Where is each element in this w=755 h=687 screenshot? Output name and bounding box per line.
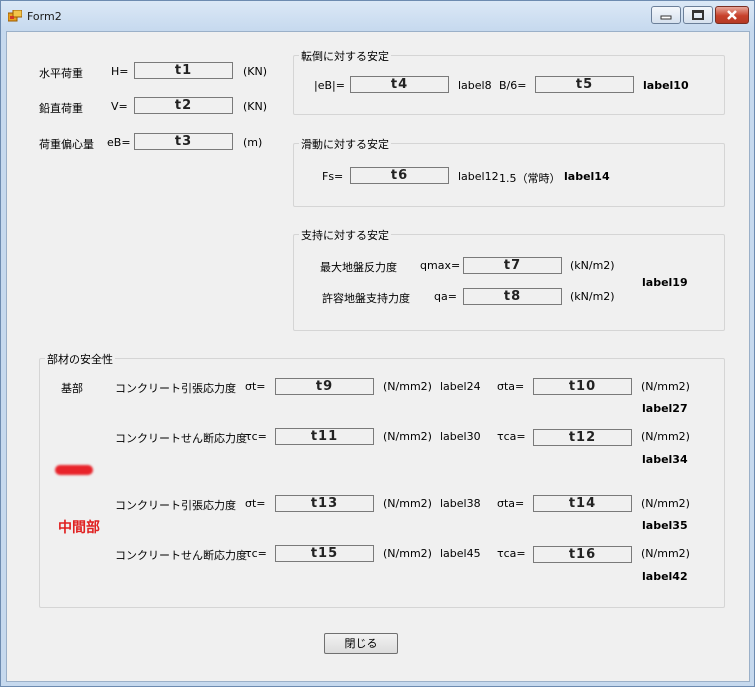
v-unit: (KN) xyxy=(243,100,268,113)
t3-textbox[interactable]: t3 xyxy=(134,133,233,150)
middle-tension-unit: (N/mm2) xyxy=(383,497,432,510)
t1-textbox[interactable]: t1 xyxy=(134,62,233,79)
label34: label34 xyxy=(642,453,688,466)
red-scribble-mark xyxy=(55,465,93,475)
base-shear-unit: (N/mm2) xyxy=(383,430,432,443)
t8-textbox[interactable]: t8 xyxy=(463,288,562,305)
overturn-group-title: 転倒に対する安定 xyxy=(299,48,391,64)
middle-allow-shear-unit: (N/mm2) xyxy=(641,547,690,560)
h-caption: 水平荷重 xyxy=(39,67,83,80)
form-client-area: 水平荷重 H= t1 (KN) 鉛直荷重 V= t2 (KN) 荷重偏心量 eB… xyxy=(6,31,750,682)
label10: label10 xyxy=(643,79,689,92)
t9-textbox[interactable]: t9 xyxy=(275,378,374,395)
maximize-icon xyxy=(692,10,704,20)
base-allow-tension-unit: (N/mm2) xyxy=(641,380,690,393)
label24: label24 xyxy=(440,380,481,393)
t13-textbox[interactable]: t13 xyxy=(275,495,374,512)
base-sigma-ta-symbol: σta= xyxy=(497,380,525,393)
qa-unit: (kN/m2) xyxy=(570,290,615,303)
middle-shear-caption: コンクリートせん断応力度 xyxy=(115,549,247,562)
middle-shear-unit: (N/mm2) xyxy=(383,547,432,560)
close-window-button[interactable] xyxy=(715,6,749,24)
form2-window: Form2 水平荷重 H= t1 (KN) 鉛直荷重 V= t2 (KN) 荷重… xyxy=(0,0,755,687)
t14-textbox[interactable]: t14 xyxy=(533,495,632,512)
label42: label42 xyxy=(642,570,688,583)
v-caption: 鉛直荷重 xyxy=(39,102,83,115)
t6-textbox[interactable]: t6 xyxy=(350,167,449,184)
label19: label19 xyxy=(642,276,688,289)
t11-textbox[interactable]: t11 xyxy=(275,428,374,445)
b6-symbol: B/6= xyxy=(499,79,527,92)
t7-textbox[interactable]: t7 xyxy=(463,257,562,274)
label38: label38 xyxy=(440,497,481,510)
h-symbol: H= xyxy=(111,65,129,78)
middle-sigma-t-symbol: σt= xyxy=(245,497,266,510)
base-tension-unit: (N/mm2) xyxy=(383,380,432,393)
minimize-icon xyxy=(660,15,672,20)
close-icon xyxy=(727,10,737,20)
e-caption: 荷重偏心量 xyxy=(39,138,94,151)
e-symbol: eB= xyxy=(107,136,131,149)
v-symbol: V= xyxy=(111,100,128,113)
base-tau-c-symbol: τc= xyxy=(245,430,267,443)
close-form-button[interactable]: 閉じる xyxy=(324,633,398,654)
t5-textbox[interactable]: t5 xyxy=(535,76,634,93)
middle-tension-caption: コンクリート引張応力度 xyxy=(115,499,236,512)
label14: label14 xyxy=(564,170,610,183)
t4-textbox[interactable]: t4 xyxy=(350,76,449,93)
qmax-symbol: qmax= xyxy=(420,259,461,272)
bearing-group-title: 支持に対する安定 xyxy=(299,227,391,243)
label8: label8 xyxy=(458,79,492,92)
middle-sigma-ta-symbol: σta= xyxy=(497,497,525,510)
bearing-group: 支持に対する安定 最大地盤反力度 qmax= t7 (kN/m2) 許容地盤支持… xyxy=(293,227,725,331)
title-bar[interactable]: Form2 xyxy=(1,1,754,31)
base-tension-caption: コンクリート引張応力度 xyxy=(115,382,236,395)
middle-tau-ca-symbol: τca= xyxy=(497,547,526,560)
e-unit: (m) xyxy=(243,136,263,149)
qmax-unit: (kN/m2) xyxy=(570,259,615,272)
minimize-button[interactable] xyxy=(651,6,681,24)
fs-symbol: Fs= xyxy=(322,170,344,183)
window-title: Form2 xyxy=(27,10,62,23)
label35: label35 xyxy=(642,519,688,532)
base-section-label: 基部 xyxy=(61,382,83,395)
middle-tau-c-symbol: τc= xyxy=(245,547,267,560)
middle-section-label: 中間部 xyxy=(58,520,100,536)
label12: label12 xyxy=(458,170,499,183)
label27: label27 xyxy=(642,402,688,415)
middle-allow-tension-unit: (N/mm2) xyxy=(641,497,690,510)
eb-abs-symbol: |eB|= xyxy=(314,79,345,92)
base-shear-caption: コンクリートせん断応力度 xyxy=(115,432,247,445)
qa-caption: 許容地盤支持力度 xyxy=(322,292,410,305)
qmax-caption: 最大地盤反力度 xyxy=(320,261,397,274)
t15-textbox[interactable]: t15 xyxy=(275,545,374,562)
member-safety-group-title: 部材の安全性 xyxy=(45,351,115,367)
base-tau-ca-symbol: τca= xyxy=(497,430,526,443)
label30: label30 xyxy=(440,430,481,443)
h-unit: (KN) xyxy=(243,65,268,78)
t10-textbox[interactable]: t10 xyxy=(533,378,632,395)
t2-textbox[interactable]: t2 xyxy=(134,97,233,114)
base-allow-shear-unit: (N/mm2) xyxy=(641,430,690,443)
normal-condition-text: 1.5（常時） xyxy=(499,172,561,185)
sliding-group-title: 滑動に対する安定 xyxy=(299,136,391,152)
maximize-button[interactable] xyxy=(683,6,713,24)
t12-textbox[interactable]: t12 xyxy=(533,429,632,446)
base-sigma-t-symbol: σt= xyxy=(245,380,266,393)
overturn-group: 転倒に対する安定 |eB|= t4 label8 B/6= t5 label10 xyxy=(293,48,725,115)
label45: label45 xyxy=(440,547,481,560)
t16-textbox[interactable]: t16 xyxy=(533,546,632,563)
app-icon xyxy=(8,10,22,22)
sliding-group: 滑動に対する安定 Fs= t6 label12 1.5（常時） label14 xyxy=(293,136,725,207)
qa-symbol: qa= xyxy=(434,290,457,303)
